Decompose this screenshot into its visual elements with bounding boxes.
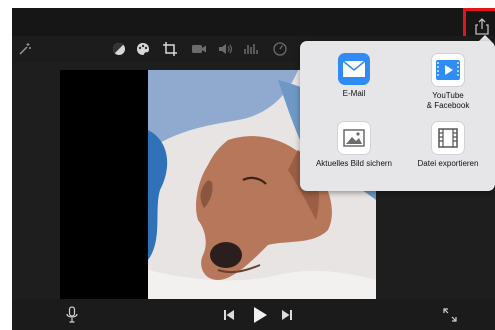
share-item-youtube-facebook[interactable]: YouTube & Facebook	[400, 53, 495, 111]
share-item-email[interactable]: E-Mail	[306, 53, 402, 99]
magic-wand-icon[interactable]	[16, 40, 34, 58]
share-item-label: Datei exportieren	[417, 159, 479, 168]
share-item-label: Aktuelles Bild sichern	[315, 159, 393, 168]
equalizer-icon[interactable]	[242, 40, 260, 58]
color-balance-icon[interactable]	[110, 40, 128, 58]
share-item-label: YouTube & Facebook	[426, 91, 470, 110]
crop-icon[interactable]	[161, 40, 179, 58]
film-icon	[431, 121, 465, 155]
volume-icon[interactable]	[216, 40, 234, 58]
top-bar	[12, 8, 495, 44]
photo-icon	[337, 121, 371, 155]
youtube-facebook-icon	[431, 53, 465, 87]
playback-bar	[12, 299, 495, 330]
skip-back-icon[interactable]	[222, 308, 236, 322]
microphone-icon[interactable]	[64, 306, 80, 324]
speed-icon[interactable]	[271, 40, 289, 58]
share-item-export-file[interactable]: Datei exportieren	[400, 121, 495, 169]
share-popover: E-Mail YouTube & Facebook Aktuelles Bild…	[300, 41, 495, 191]
mail-icon	[338, 53, 370, 85]
camera-icon[interactable]	[190, 40, 208, 58]
palette-icon[interactable]	[134, 40, 152, 58]
share-icon[interactable]	[474, 18, 490, 36]
skip-forward-icon[interactable]	[280, 308, 294, 322]
share-item-label: E-Mail	[342, 89, 366, 98]
fullscreen-icon[interactable]	[442, 307, 458, 323]
play-icon[interactable]	[251, 305, 269, 325]
share-item-save-image[interactable]: Aktuelles Bild sichern	[306, 121, 402, 169]
